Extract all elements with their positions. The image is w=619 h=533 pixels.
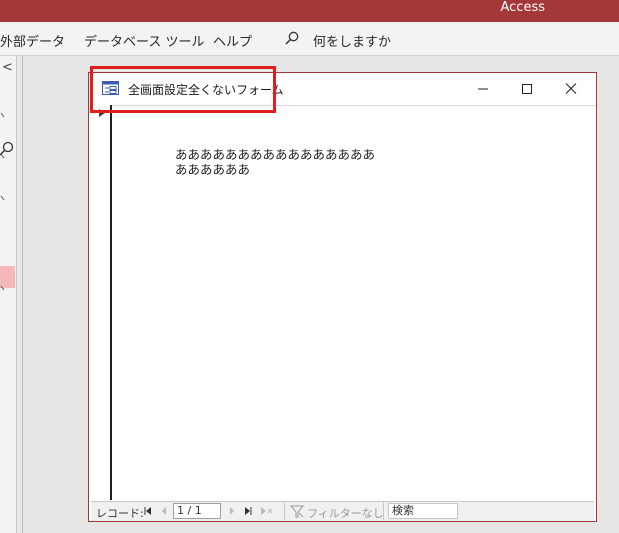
tab-help[interactable]: ヘルプ <box>213 31 252 50</box>
chevron-icon[interactable] <box>0 284 8 292</box>
filter-icon <box>290 505 304 518</box>
chevron-icon[interactable] <box>0 111 8 119</box>
new-record-icon[interactable] <box>259 505 273 517</box>
record-navigation-bar: レコード: 1 / 1 フィルターなし 検索 <box>91 501 594 521</box>
minimize-icon[interactable] <box>473 80 493 98</box>
record-label: レコード: <box>96 507 144 520</box>
chevron-icon[interactable] <box>0 152 8 160</box>
navigation-pane: < <box>0 56 17 533</box>
previous-record-icon[interactable] <box>159 505 169 517</box>
search-icon[interactable] <box>285 31 299 45</box>
first-record-icon[interactable] <box>143 505 153 517</box>
filter-label: フィルターなし <box>307 507 384 520</box>
record-search-field[interactable]: 検索 <box>388 503 458 519</box>
nav-pane-collapse-button[interactable]: < <box>2 61 13 74</box>
ribbon-tab-bar: 外部データ データベース ツール ヘルプ 何をしますか <box>0 22 619 56</box>
app-name: Access <box>500 0 545 15</box>
last-record-icon[interactable] <box>243 505 253 517</box>
annotation-highlight-box <box>90 66 276 113</box>
close-icon[interactable] <box>561 80 581 98</box>
maximize-icon[interactable] <box>517 80 537 98</box>
form-window: 全画面設定全くないフォーム ああああああああああああああああああああああ レコー… <box>88 72 597 522</box>
next-record-icon[interactable] <box>227 505 237 517</box>
chevron-icon[interactable] <box>0 194 8 202</box>
tab-database-tools[interactable]: データベース ツール <box>84 31 204 50</box>
form-text-field[interactable]: ああああああああああああああああああああああ <box>175 147 375 177</box>
tell-me-search[interactable]: 何をしますか <box>313 31 391 50</box>
app-title-bar: Access <box>0 0 619 22</box>
current-record-field[interactable]: 1 / 1 <box>173 503 221 519</box>
tab-external-data[interactable]: 外部データ <box>0 31 65 50</box>
filter-toggle[interactable]: フィルターなし <box>284 502 384 520</box>
record-selector[interactable] <box>89 105 112 500</box>
